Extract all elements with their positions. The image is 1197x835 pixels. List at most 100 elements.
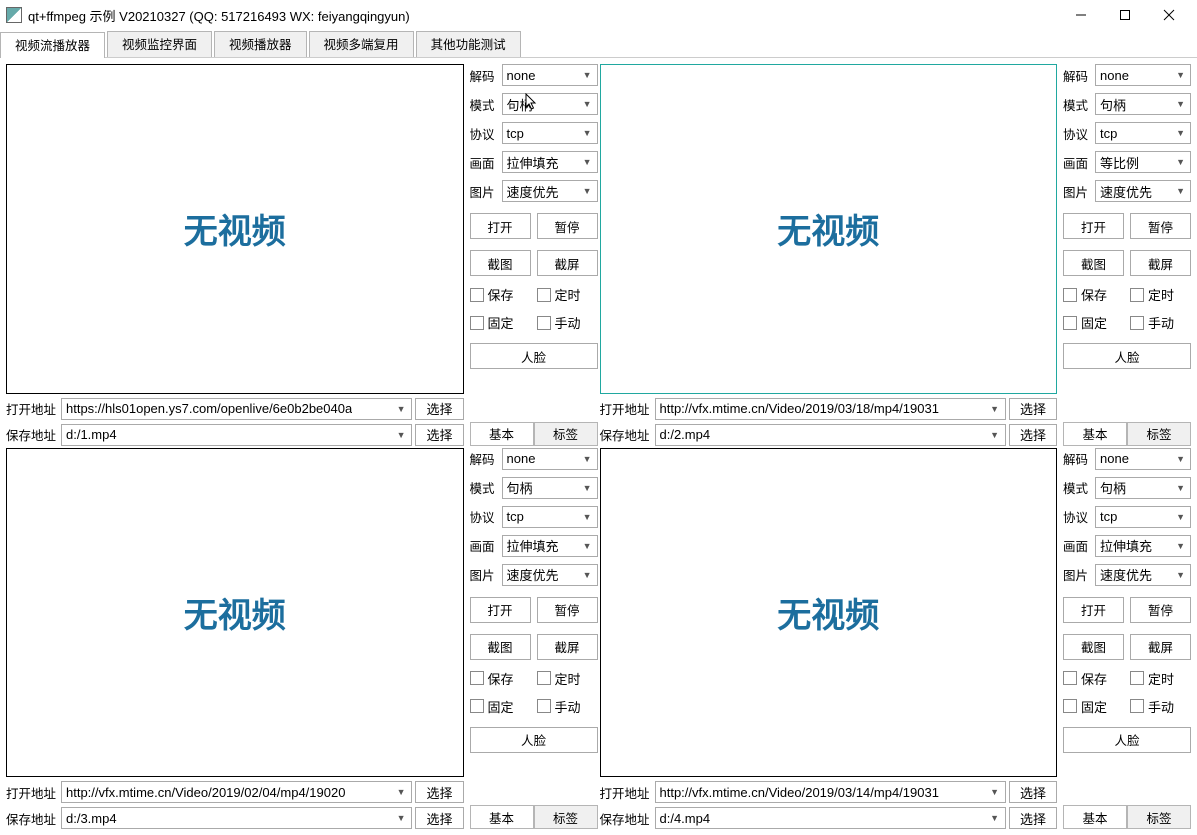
open-button[interactable]: 打开	[470, 213, 531, 239]
tag-tab[interactable]: 标签	[1127, 422, 1191, 446]
open-url-combo[interactable]: https://hls01open.ys7.com/openlive/6e0b2…	[61, 398, 412, 420]
tab-multi[interactable]: 视频多端复用	[309, 31, 414, 57]
open-url-choose-button[interactable]: 选择	[1009, 781, 1057, 803]
open-button[interactable]: 打开	[470, 597, 531, 623]
chevron-down-icon: ▼	[990, 430, 999, 440]
capture-button[interactable]: 截屏	[537, 250, 598, 276]
proto-select[interactable]: tcp▼	[1095, 122, 1191, 144]
pause-button[interactable]: 暂停	[537, 213, 598, 239]
face-button[interactable]: 人脸	[470, 727, 598, 753]
aspect-select[interactable]: 等比例▼	[1095, 151, 1191, 173]
proto-select[interactable]: tcp▼	[1095, 506, 1191, 528]
open-url-choose-button[interactable]: 选择	[1009, 398, 1057, 420]
mode-select[interactable]: 句柄▼	[1095, 477, 1191, 499]
face-button[interactable]: 人脸	[1063, 727, 1191, 753]
aspect-select[interactable]: 拉伸填充▼	[502, 535, 598, 557]
manual-checkbox[interactable]: 手动	[537, 697, 598, 716]
image-select[interactable]: 速度优先▼	[502, 564, 598, 586]
fixed-checkbox[interactable]: 固定	[470, 697, 531, 716]
save-checkbox[interactable]: 保存	[470, 669, 531, 688]
basic-tab[interactable]: 基本	[470, 805, 534, 829]
video-area[interactable]: 无视频	[6, 64, 464, 394]
image-select[interactable]: 速度优先▼	[502, 180, 598, 202]
decode-select[interactable]: none▼	[502, 448, 598, 470]
aspect-select[interactable]: 拉伸填充▼	[502, 151, 598, 173]
checkbox-icon	[1063, 288, 1077, 302]
save-checkbox[interactable]: 保存	[1063, 285, 1124, 304]
screenshot-button[interactable]: 截图	[1063, 634, 1124, 660]
manual-checkbox[interactable]: 手动	[537, 313, 598, 332]
manual-checkbox[interactable]: 手动	[1130, 697, 1191, 716]
tab-other[interactable]: 其他功能测试	[416, 31, 521, 57]
tab-video-player[interactable]: 视频播放器	[214, 31, 307, 57]
maximize-button[interactable]	[1103, 1, 1147, 29]
open-url-combo[interactable]: http://vfx.mtime.cn/Video/2019/03/18/mp4…	[655, 398, 1006, 420]
mode-select[interactable]: 句柄▼	[502, 93, 598, 115]
pause-button[interactable]: 暂停	[1130, 213, 1191, 239]
decode-select[interactable]: none▼	[1095, 64, 1191, 86]
save-checkbox[interactable]: 保存	[1063, 669, 1124, 688]
decode-select[interactable]: none▼	[502, 64, 598, 86]
chevron-down-icon: ▼	[1176, 70, 1185, 80]
save-url-combo[interactable]: d:/2.mp4▼	[655, 424, 1006, 446]
decode-select[interactable]: none▼	[1095, 448, 1191, 470]
timer-checkbox[interactable]: 定时	[1130, 285, 1191, 304]
save-url-choose-button[interactable]: 选择	[415, 424, 463, 446]
open-url-choose-button[interactable]: 选择	[415, 398, 463, 420]
manual-checkbox[interactable]: 手动	[1130, 313, 1191, 332]
open-button[interactable]: 打开	[1063, 597, 1124, 623]
face-button[interactable]: 人脸	[470, 343, 598, 369]
save-url-choose-button[interactable]: 选择	[1009, 807, 1057, 829]
capture-button[interactable]: 截屏	[1130, 250, 1191, 276]
timer-checkbox[interactable]: 定时	[537, 669, 598, 688]
open-url-choose-button[interactable]: 选择	[415, 781, 463, 803]
save-url-combo[interactable]: d:/1.mp4▼	[61, 424, 412, 446]
pause-button[interactable]: 暂停	[1130, 597, 1191, 623]
close-button[interactable]	[1147, 1, 1191, 29]
image-select[interactable]: 速度优先▼	[1095, 180, 1191, 202]
save-url-combo[interactable]: d:/3.mp4▼	[61, 807, 412, 829]
basic-tab[interactable]: 基本	[470, 422, 534, 446]
mode-select[interactable]: 句柄▼	[502, 477, 598, 499]
tag-tab[interactable]: 标签	[534, 422, 598, 446]
tag-tab[interactable]: 标签	[1127, 805, 1191, 829]
video-area[interactable]: 无视频	[600, 448, 1058, 778]
fixed-checkbox[interactable]: 固定	[1063, 313, 1124, 332]
tab-monitor[interactable]: 视频监控界面	[107, 31, 212, 57]
tab-stream-player[interactable]: 视频流播放器	[0, 32, 105, 58]
face-button[interactable]: 人脸	[1063, 343, 1191, 369]
chevron-down-icon: ▼	[583, 512, 592, 522]
basic-tab[interactable]: 基本	[1063, 805, 1127, 829]
proto-select[interactable]: tcp▼	[502, 122, 598, 144]
mode-value: 句柄	[507, 478, 533, 497]
open-url-combo[interactable]: http://vfx.mtime.cn/Video/2019/02/04/mp4…	[61, 781, 412, 803]
chevron-down-icon: ▼	[1176, 483, 1185, 493]
save-checkbox[interactable]: 保存	[470, 285, 531, 304]
basic-tab[interactable]: 基本	[1063, 422, 1127, 446]
timer-checkbox[interactable]: 定时	[537, 285, 598, 304]
timer-checkbox[interactable]: 定时	[1130, 669, 1191, 688]
capture-button[interactable]: 截屏	[1130, 634, 1191, 660]
fixed-checkbox[interactable]: 固定	[1063, 697, 1124, 716]
aspect-select[interactable]: 拉伸填充▼	[1095, 535, 1191, 557]
screenshot-button[interactable]: 截图	[470, 250, 531, 276]
screenshot-button[interactable]: 截图	[470, 634, 531, 660]
mode-select[interactable]: 句柄▼	[1095, 93, 1191, 115]
video-area[interactable]: 无视频	[600, 64, 1058, 394]
open-url-combo[interactable]: http://vfx.mtime.cn/Video/2019/03/14/mp4…	[655, 781, 1006, 803]
save-checkbox-label: 保存	[488, 285, 514, 304]
proto-label: 协议	[470, 507, 498, 526]
capture-button[interactable]: 截屏	[537, 634, 598, 660]
open-button[interactable]: 打开	[1063, 213, 1124, 239]
minimize-button[interactable]	[1059, 1, 1103, 29]
pause-button[interactable]: 暂停	[537, 597, 598, 623]
save-url-combo[interactable]: d:/4.mp4▼	[655, 807, 1006, 829]
tag-tab[interactable]: 标签	[534, 805, 598, 829]
save-url-choose-button[interactable]: 选择	[415, 807, 463, 829]
video-area[interactable]: 无视频	[6, 448, 464, 778]
fixed-checkbox[interactable]: 固定	[470, 313, 531, 332]
image-select[interactable]: 速度优先▼	[1095, 564, 1191, 586]
screenshot-button[interactable]: 截图	[1063, 250, 1124, 276]
save-url-choose-button[interactable]: 选择	[1009, 424, 1057, 446]
proto-select[interactable]: tcp▼	[502, 506, 598, 528]
